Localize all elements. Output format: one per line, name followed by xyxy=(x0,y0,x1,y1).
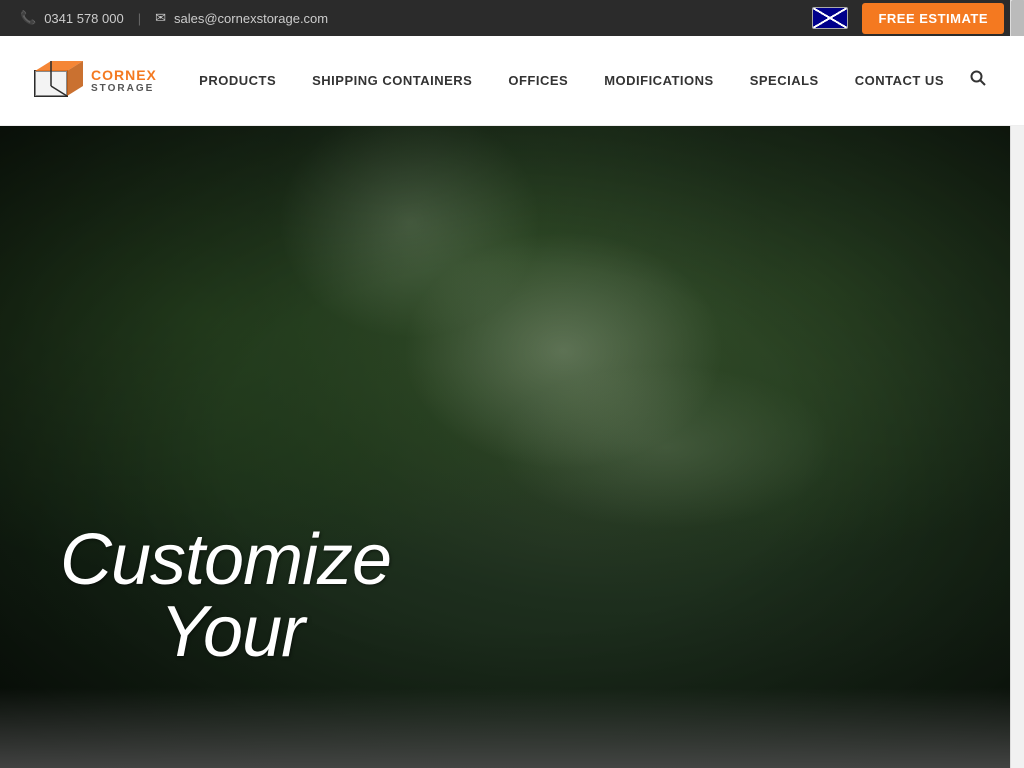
nav-item-shipping-containers[interactable]: SHIPPING CONTAINERS xyxy=(294,63,490,98)
logo-link[interactable]: CORNEX STORAGE xyxy=(30,53,157,108)
top-bar-contact: 0341 578 000 | sales@cornexstorage.com xyxy=(20,10,812,26)
search-button[interactable] xyxy=(962,62,994,99)
logo-icon xyxy=(30,53,85,108)
nav-item-products[interactable]: PRODUCTS xyxy=(181,63,294,98)
nav-item-modifications[interactable]: MODIFICATIONS xyxy=(586,63,732,98)
phone-link[interactable]: 0341 578 000 xyxy=(44,11,124,26)
top-bar-right: FREE ESTIMATE xyxy=(812,3,1004,34)
separator: | xyxy=(138,11,141,26)
hero-section: Customize Your xyxy=(0,126,1024,768)
hero-headline-line2: Your xyxy=(160,596,391,668)
email-icon xyxy=(155,10,166,26)
search-icon xyxy=(970,70,986,86)
main-header: CORNEX STORAGE PRODUCTS SHIPPING CONTAIN… xyxy=(0,36,1024,126)
australia-flag-icon[interactable] xyxy=(812,7,848,29)
email-link[interactable]: sales@cornexstorage.com xyxy=(174,11,328,26)
hero-headline-line1: Customize xyxy=(60,524,391,596)
hero-road xyxy=(0,688,1024,768)
hero-content: Customize Your xyxy=(60,524,391,668)
logo-text: CORNEX STORAGE xyxy=(91,67,157,94)
main-nav: PRODUCTS SHIPPING CONTAINERS OFFICES MOD… xyxy=(181,62,994,99)
nav-item-specials[interactable]: SPECIALS xyxy=(732,63,837,98)
top-bar: 0341 578 000 | sales@cornexstorage.com F… xyxy=(0,0,1024,36)
phone-number: 0341 578 000 xyxy=(44,11,124,26)
nav-item-offices[interactable]: OFFICES xyxy=(490,63,586,98)
phone-icon xyxy=(20,10,36,26)
hero-vignette xyxy=(0,126,1024,768)
free-estimate-button[interactable]: FREE ESTIMATE xyxy=(862,3,1004,34)
email-address: sales@cornexstorage.com xyxy=(174,11,328,26)
nav-item-contact-us[interactable]: CONTACT US xyxy=(837,63,962,98)
